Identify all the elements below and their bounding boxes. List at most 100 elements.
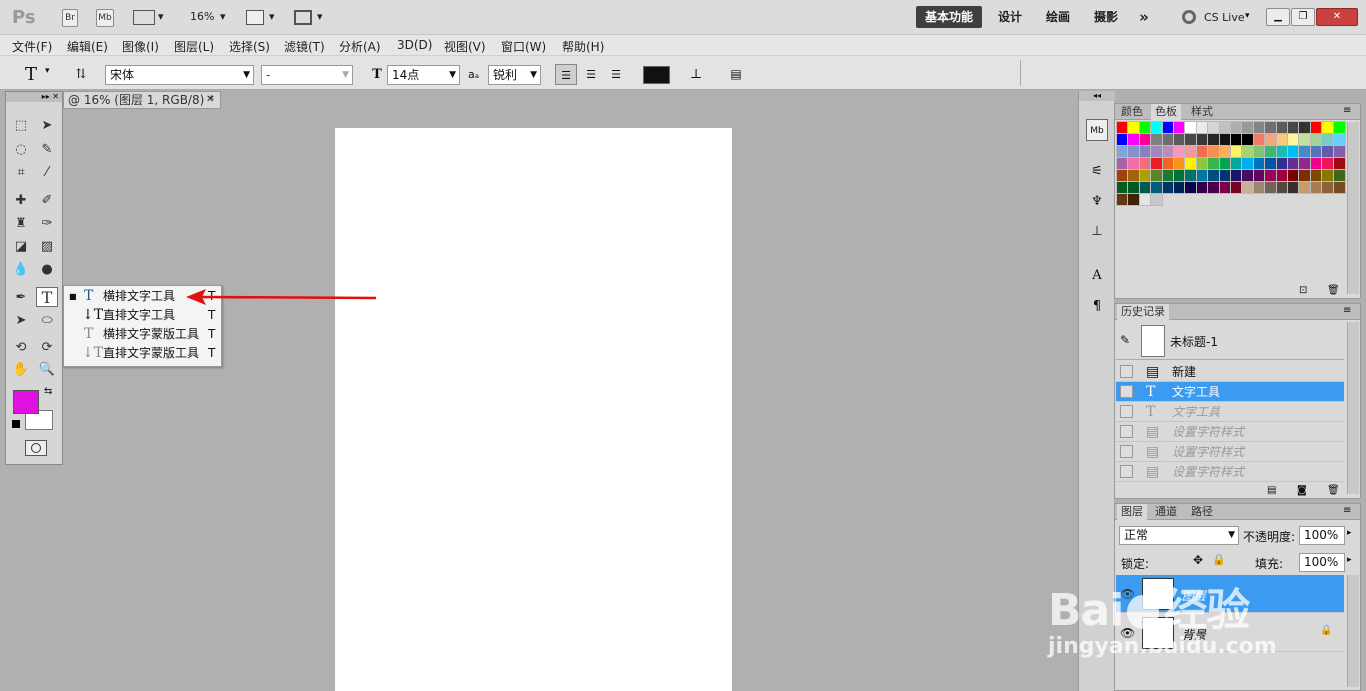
align-right-icon[interactable]: ☰: [605, 64, 627, 85]
swatch[interactable]: [1161, 157, 1175, 170]
swatch[interactable]: [1275, 157, 1289, 170]
crop-icon[interactable]: ⌗: [10, 163, 32, 183]
swatch[interactable]: [1332, 145, 1346, 158]
swatch[interactable]: [1173, 157, 1186, 170]
swatch[interactable]: [1252, 133, 1266, 146]
swap-colors-icon[interactable]: ⇆: [44, 386, 52, 397]
swatch[interactable]: [1207, 157, 1221, 170]
workspace-design[interactable]: 设计: [992, 6, 1028, 28]
chevron-down-icon[interactable]: ▾: [317, 10, 323, 23]
swatch[interactable]: [1332, 133, 1346, 146]
swatch[interactable]: [1195, 157, 1209, 170]
panel-menu-icon[interactable]: ≡: [1343, 505, 1351, 516]
marquee-icon[interactable]: ⬚: [10, 116, 32, 136]
menu-layer[interactable]: 图层(L): [174, 38, 214, 55]
zoom-icon[interactable]: 🔍: [36, 360, 58, 380]
swatch[interactable]: [1298, 181, 1312, 194]
swatch[interactable]: [1127, 169, 1141, 182]
menu-filter[interactable]: 滤镜(T): [284, 38, 325, 55]
menu-file[interactable]: 文件(F): [12, 38, 52, 55]
default-colors-icon[interactable]: [12, 420, 20, 428]
swatch[interactable]: [1138, 193, 1152, 206]
tab-channels[interactable]: 通道: [1151, 504, 1181, 520]
toolbox-collapse[interactable]: ▸▸ ✕: [6, 92, 62, 102]
swatch-grid[interactable]: [1116, 121, 1346, 208]
history-state[interactable]: ▤ 新建: [1116, 362, 1344, 382]
align-center-icon[interactable]: ☰: [580, 64, 602, 85]
chevron-down-icon[interactable]: ▾: [1245, 11, 1250, 21]
warp-text-icon[interactable]: ⊥: [685, 64, 707, 85]
swatch[interactable]: [1275, 145, 1289, 158]
menu-image[interactable]: 图像(I): [122, 38, 159, 55]
menu-window[interactable]: 窗口(W): [501, 38, 546, 55]
antialias-select[interactable]: 锐利 ▼: [488, 65, 541, 85]
swatch[interactable]: [1298, 145, 1312, 158]
tab-history[interactable]: 历史记录: [1117, 304, 1169, 320]
swatch[interactable]: [1252, 181, 1266, 194]
3d-rotate-icon[interactable]: ⟲: [10, 338, 32, 358]
swatch[interactable]: [1207, 145, 1221, 158]
expand-panels-icon[interactable]: ◂◂: [1079, 91, 1115, 101]
swatch[interactable]: [1287, 181, 1300, 194]
swatch[interactable]: [1218, 157, 1232, 170]
swatch[interactable]: [1241, 169, 1255, 182]
swatch[interactable]: [1184, 169, 1198, 182]
swatch[interactable]: [1173, 121, 1186, 134]
history-brush-source-checkbox[interactable]: [1120, 425, 1133, 438]
swatch[interactable]: [1309, 157, 1323, 170]
clone-source-icon[interactable]: ♆: [1086, 191, 1108, 213]
swatch[interactable]: [1298, 157, 1312, 170]
swatch[interactable]: [1275, 133, 1289, 146]
document-canvas[interactable]: [335, 128, 732, 691]
fill-input[interactable]: 100%: [1299, 553, 1345, 572]
bridge-button[interactable]: Br: [62, 9, 78, 27]
swatch[interactable]: [1138, 169, 1152, 182]
chevron-down-icon[interactable]: ▾: [220, 10, 226, 23]
swatch[interactable]: [1195, 181, 1209, 194]
swatch[interactable]: [1230, 181, 1243, 194]
swatch[interactable]: [1150, 133, 1164, 146]
pen-icon[interactable]: ✒: [10, 288, 32, 308]
swatch[interactable]: [1321, 121, 1335, 134]
history-state[interactable]: T 文字工具: [1116, 402, 1344, 422]
history-snapshot[interactable]: ✎ 未标题-1: [1116, 322, 1344, 360]
trash-icon[interactable]: 🗑: [1327, 485, 1340, 496]
swatch[interactable]: [1116, 121, 1129, 134]
menu-select[interactable]: 选择(S): [229, 38, 270, 55]
scrollbar[interactable]: [1347, 575, 1359, 687]
mini-bridge-button[interactable]: Mb: [96, 9, 114, 27]
menu-analysis[interactable]: 分析(A): [339, 38, 381, 55]
history-brush-source-checkbox[interactable]: [1120, 365, 1133, 378]
opacity-input[interactable]: 100%: [1299, 526, 1345, 545]
swatch[interactable]: [1287, 169, 1300, 182]
tab-layers[interactable]: 图层: [1117, 504, 1147, 520]
history-brush-icon[interactable]: ✑: [36, 214, 58, 234]
swatch[interactable]: [1241, 145, 1255, 158]
swatch[interactable]: [1161, 169, 1175, 182]
swatch[interactable]: [1218, 121, 1232, 134]
workspace-photography[interactable]: 摄影: [1088, 6, 1124, 28]
swatch[interactable]: [1207, 133, 1221, 146]
swatch[interactable]: [1230, 157, 1243, 170]
swatch[interactable]: [1309, 145, 1323, 158]
swatch[interactable]: [1241, 133, 1255, 146]
swatch[interactable]: [1127, 133, 1141, 146]
toggle-orientation-icon[interactable]: ⇅: [70, 64, 92, 85]
blur-icon[interactable]: 💧: [10, 260, 32, 280]
close-icon[interactable]: ✕: [206, 92, 214, 108]
history-state[interactable]: ▤ 设置字符样式: [1116, 442, 1344, 462]
hand-icon[interactable]: ✋: [10, 360, 32, 380]
swatch[interactable]: [1241, 181, 1255, 194]
swatch[interactable]: [1275, 121, 1289, 134]
fill-slider-arrow[interactable]: ▸: [1347, 555, 1352, 565]
swatch[interactable]: [1332, 181, 1346, 194]
swatch[interactable]: [1207, 121, 1221, 134]
swatch[interactable]: [1195, 121, 1209, 134]
restore-button[interactable]: ❐: [1291, 8, 1315, 26]
menu-edit[interactable]: 编辑(E): [67, 38, 108, 55]
gradient-icon[interactable]: ▨: [36, 237, 58, 257]
swatch[interactable]: [1150, 181, 1164, 194]
swatch[interactable]: [1230, 169, 1243, 182]
swatch[interactable]: [1184, 145, 1198, 158]
quick-select-icon[interactable]: ✎: [36, 140, 58, 160]
